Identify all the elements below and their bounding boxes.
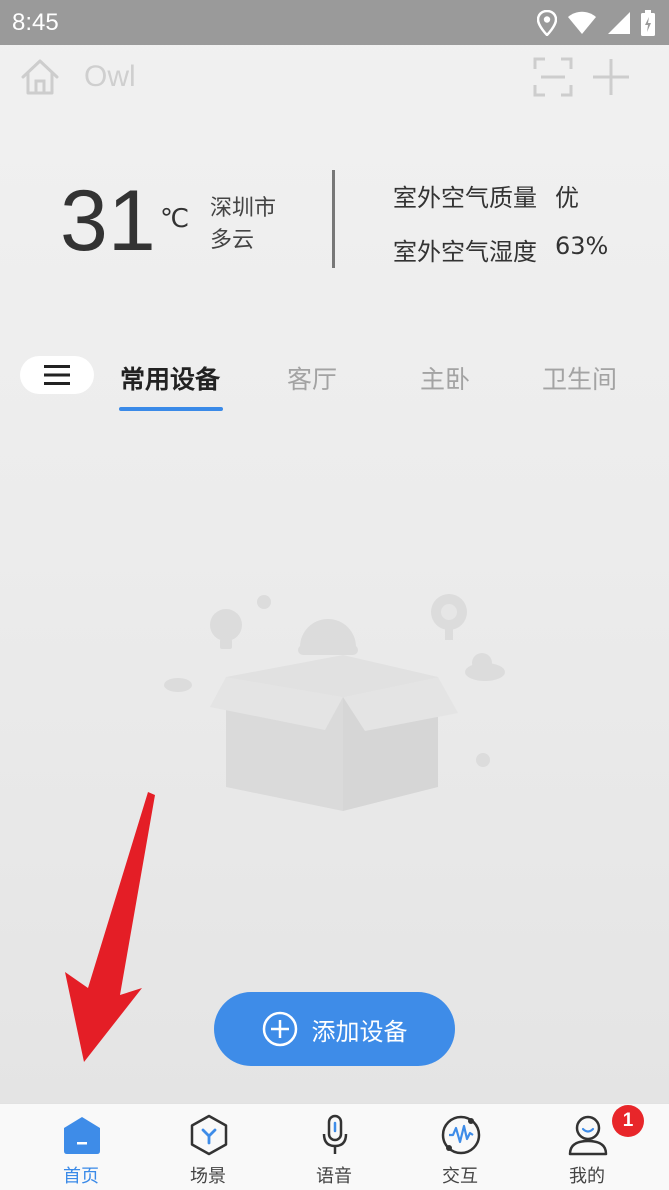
header-actions [533, 57, 631, 97]
header: Owl [0, 45, 669, 109]
temperature-unit: ℃ [160, 204, 190, 234]
nav-scene-label: 场景 [190, 1166, 226, 1187]
status-bar: 8:45 [0, 0, 669, 45]
notification-badge: 1 [612, 1105, 644, 1137]
wifi-icon [568, 11, 596, 34]
tab-bathroom[interactable]: 卫生间 [542, 360, 617, 396]
status-icons [537, 9, 655, 36]
nav-voice[interactable]: 语音 [271, 1104, 397, 1190]
add-circle-icon [262, 1011, 297, 1047]
active-tab-indicator [119, 407, 223, 411]
nav-home-label: 首页 [63, 1166, 99, 1187]
humidity-value: 63% [555, 232, 609, 260]
status-time: 8:45 [12, 8, 59, 36]
air-quality-row: 室外空气质量 优 [393, 178, 579, 213]
nav-interaction[interactable]: 交互 [397, 1104, 523, 1190]
add-device-button[interactable]: 添加设备 [214, 992, 455, 1066]
tab-living-room[interactable]: 客厅 [287, 360, 337, 396]
weather-divider [332, 170, 335, 268]
microphone-icon [322, 1114, 348, 1154]
nav-interaction-label: 交互 [442, 1166, 478, 1187]
interaction-icon [441, 1115, 481, 1155]
humidity-label: 室外空气湿度 [393, 238, 537, 266]
scan-icon[interactable] [533, 57, 573, 97]
air-quality-value: 优 [555, 184, 579, 212]
add-icon[interactable] [591, 57, 631, 97]
annotation-arrow-icon [65, 792, 155, 1062]
home-selector[interactable]: Owl [20, 58, 136, 96]
bottom-nav: 首页 场景 语音 交互 我的 [0, 1103, 669, 1190]
city-name: 深圳市 [210, 196, 277, 221]
home-name[interactable]: Owl [84, 60, 136, 94]
humidity-row: 室外空气湿度 63% [393, 232, 608, 267]
battery-icon [641, 9, 655, 36]
tab-master-bedroom[interactable]: 主卧 [420, 360, 470, 396]
home-icon[interactable] [20, 58, 60, 96]
tab-common-devices[interactable]: 常用设备 [120, 360, 220, 396]
profile-icon [568, 1115, 608, 1156]
weather-panel: 31 ℃ 深圳市 多云 室外空气质量 优 室外空气湿度 63% [0, 160, 669, 280]
weather-condition: 多云 [210, 228, 255, 253]
room-tabs: 常用设备 客厅 主卧 卫生间 [0, 350, 669, 414]
nav-scene[interactable]: 场景 [145, 1104, 271, 1190]
signal-icon [608, 11, 630, 34]
location-icon [537, 9, 557, 36]
air-quality-label: 室外空气质量 [393, 184, 537, 212]
add-device-label: 添加设备 [311, 1017, 408, 1046]
nav-voice-label: 语音 [316, 1166, 352, 1187]
empty-box-illustration [164, 594, 505, 811]
menu-icon [44, 365, 70, 385]
home-icon [64, 1117, 100, 1154]
nav-profile-label: 我的 [569, 1166, 605, 1187]
scene-icon [190, 1114, 228, 1156]
menu-button[interactable] [20, 356, 94, 394]
nav-home[interactable]: 首页 [18, 1104, 144, 1190]
temperature-value: 31 [60, 173, 156, 269]
